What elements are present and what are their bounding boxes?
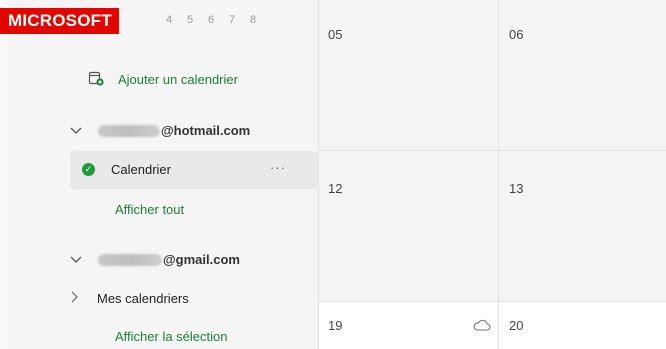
add-calendar-label: Ajouter un calendrier — [118, 72, 238, 87]
show-selection-link[interactable]: Afficher la sélection — [115, 329, 228, 344]
chevron-down-icon[interactable] — [70, 252, 90, 267]
cloud-weather-icon — [473, 318, 491, 336]
calendar-grid: 05 06 12 13 19 20 — [318, 0, 666, 349]
sidebar: 45678 Ajouter un calendrier @hotmail.com… — [8, 0, 318, 349]
account-hotmail-header[interactable]: @hotmail.com — [70, 123, 250, 138]
grid-divider — [318, 0, 319, 349]
date-label: 12 — [328, 181, 343, 196]
checkmark-icon[interactable]: ✓ — [82, 163, 95, 176]
add-calendar-button[interactable]: Ajouter un calendrier — [88, 70, 238, 89]
mini-calendar-day[interactable]: 5 — [181, 14, 199, 26]
date-label: 19 — [328, 318, 343, 333]
account-gmail-header[interactable]: @gmail.com — [70, 252, 240, 267]
grid-divider — [498, 0, 499, 349]
date-label: 20 — [509, 318, 524, 333]
calendar-label: Calendrier — [111, 162, 171, 177]
day-cell[interactable] — [499, 0, 666, 150]
mini-calendar-day[interactable]: 4 — [160, 14, 178, 26]
show-all-link[interactable]: Afficher tout — [115, 202, 184, 217]
mini-calendar-day[interactable]: 7 — [223, 14, 241, 26]
mini-calendar-day[interactable]: 8 — [244, 14, 262, 26]
mini-calendar-day[interactable]: 6 — [202, 14, 220, 26]
chevron-right-icon[interactable] — [70, 291, 97, 306]
more-options-button[interactable]: ··· — [270, 160, 286, 175]
redacted-email-name — [98, 124, 160, 137]
calendar-item-content[interactable]: ✓ Calendrier — [82, 162, 171, 177]
account-email: @hotmail.com — [161, 123, 251, 138]
chevron-down-icon[interactable] — [70, 123, 90, 138]
my-calendars-label: Mes calendriers — [97, 291, 189, 306]
mini-calendar-days: 45678 — [160, 14, 265, 26]
account-email: @gmail.com — [163, 252, 240, 267]
my-calendars-group[interactable]: Mes calendriers — [70, 291, 189, 306]
day-cell[interactable] — [318, 151, 498, 301]
publisher-badge: MICROSOFT — [0, 8, 119, 34]
app-window: 45678 Ajouter un calendrier @hotmail.com… — [0, 0, 666, 349]
calendar-add-icon — [88, 70, 104, 89]
date-label: 13 — [509, 181, 524, 196]
redacted-email-name — [98, 253, 162, 266]
grid-divider — [318, 301, 666, 302]
date-label: 05 — [328, 27, 343, 42]
grid-divider — [318, 150, 666, 151]
date-label: 06 — [509, 27, 524, 42]
day-cell[interactable] — [318, 0, 498, 150]
day-cell[interactable] — [499, 151, 666, 301]
